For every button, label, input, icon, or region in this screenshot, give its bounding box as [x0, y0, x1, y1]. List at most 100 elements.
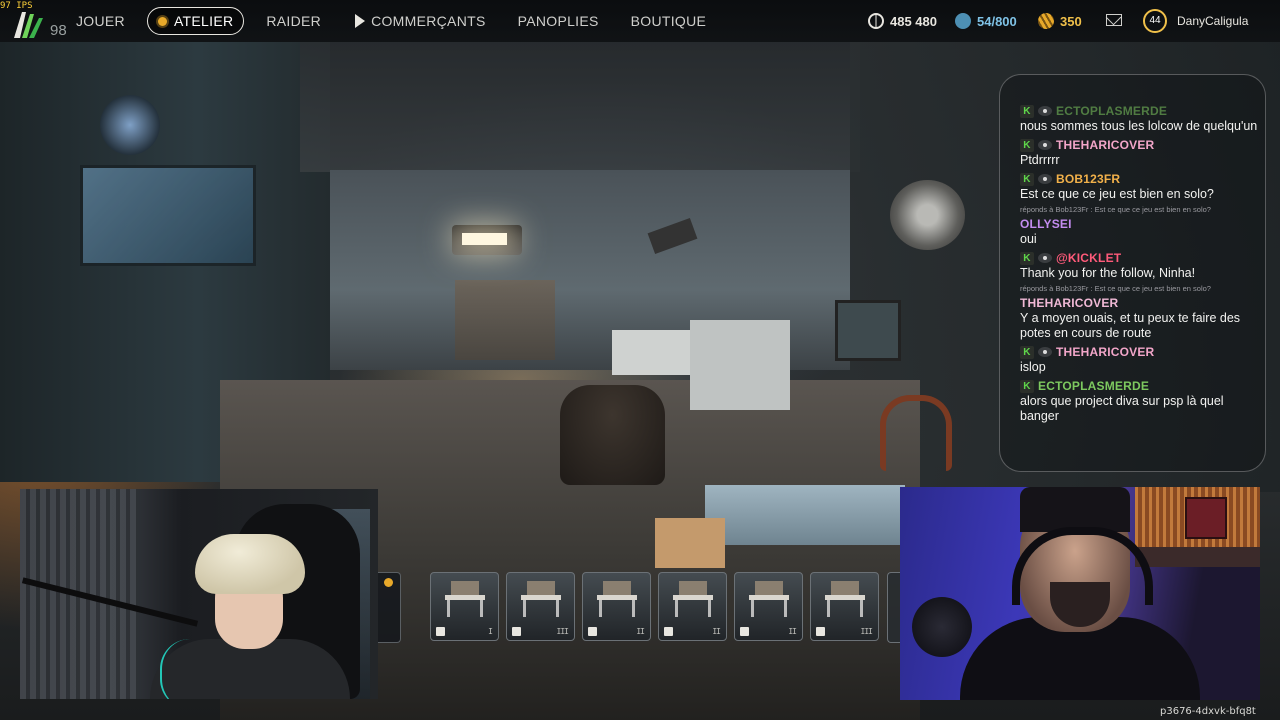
kick-badge-icon: K: [1020, 251, 1034, 265]
hotbar-partial-slot[interactable]: [378, 572, 401, 643]
chat-username[interactable]: OLLYSEI: [1020, 217, 1072, 231]
chat-reply-context: réponds à Bob123Fr : Est ce que ce jeu e…: [1020, 205, 1211, 214]
chat-message: K @KICKLET Thank you for the follow, Ninha…: [1020, 250, 1260, 281]
chat-message: K BOB123FR Est ce que ce jeu est bien en s…: [1020, 171, 1260, 202]
medical-cross-icon: [664, 627, 673, 636]
scene-shelf: [455, 280, 555, 360]
chat-message-header: THEHARICOVER: [1020, 295, 1260, 311]
nav-commercants[interactable]: COMMERÇANTS: [337, 8, 502, 34]
chat-message: K ECTOPLASMERDE alors que project diva sur…: [1020, 378, 1260, 424]
chat-username[interactable]: ECTOPLASMERDE: [1038, 379, 1149, 393]
webcam-shelf: [1135, 547, 1260, 567]
webcam-person-cap: [1020, 487, 1130, 532]
session-code: p3676-4dxvk-bfq8t: [1160, 706, 1256, 717]
scene-desk-small: [612, 330, 692, 375]
credits-display[interactable]: 485 480: [868, 0, 937, 42]
chat-username[interactable]: THEHARICOVER: [1056, 138, 1154, 152]
kick-badge-icon: K: [1020, 345, 1034, 359]
chat-message: K THEHARICOVER Ptdrrrrr: [1020, 137, 1260, 168]
workbench-thumbnail: [749, 581, 789, 617]
chat-message-header: K THEHARICOVER: [1020, 137, 1260, 153]
gold-display[interactable]: 350: [1038, 0, 1082, 42]
workbench-slot[interactable]: III: [810, 572, 879, 641]
chat-message-header: K ECTOPLASMERDE: [1020, 378, 1260, 394]
chat-message: K THEHARICOVER islop: [1020, 344, 1260, 375]
nav-commercants-label: COMMERÇANTS: [371, 13, 486, 29]
webcam-right: [900, 487, 1260, 700]
nav-boutique-label: BOUTIQUE: [630, 13, 707, 29]
chat-username[interactable]: THEHARICOVER: [1056, 345, 1154, 359]
workbench-thumbnail: [521, 581, 561, 617]
scene-crt-monitor: [835, 300, 901, 361]
mail-icon[interactable]: [1106, 14, 1122, 26]
workbench-tier: III: [860, 627, 873, 636]
stash-display[interactable]: 54/800: [955, 0, 1017, 42]
webcam-left: [20, 489, 378, 699]
chat-message-text: nous sommes tous les lolcow de quelqu'un: [1020, 119, 1258, 133]
chat-username[interactable]: BOB123FR: [1056, 172, 1120, 186]
chat-message-text: Ptdrrrrr: [1020, 153, 1060, 167]
chat-message-text: oui: [1020, 232, 1037, 246]
chat-message-header: K THEHARICOVER: [1020, 344, 1260, 360]
nav-panoplies[interactable]: PANOPLIES: [502, 8, 615, 34]
scene-platform: [705, 485, 905, 545]
player-level-badge[interactable]: 44: [1143, 9, 1167, 33]
scene-fan: [100, 95, 160, 155]
gear-icon: [512, 627, 521, 636]
scene-desk: [690, 320, 790, 410]
gold-value: 350: [1060, 13, 1082, 29]
workbench-slot[interactable]: II: [582, 572, 651, 641]
chat-messages: K ECTOPLASMERDE nous sommes tous les lolco…: [1020, 103, 1260, 427]
workbench-tier: III: [556, 627, 569, 636]
main-nav: JOUER ATELIER RAIDER COMMERÇANTS PANOPLI…: [60, 0, 722, 42]
workbench-slot[interactable]: II: [734, 572, 803, 641]
chat-username[interactable]: @KICKLET: [1056, 251, 1121, 265]
nav-raider[interactable]: RAIDER: [250, 8, 337, 34]
workshop-icon: [384, 578, 393, 587]
scene-cardboard-box: [655, 518, 725, 568]
nav-atelier[interactable]: ATELIER: [146, 7, 245, 35]
nav-panoplies-label: PANOPLIES: [517, 13, 599, 29]
eye-badge-icon: [1038, 253, 1052, 263]
eye-badge-icon: [1038, 106, 1052, 116]
webcam-red-frame: [1185, 497, 1227, 539]
chat-username[interactable]: ECTOPLASMERDE: [1056, 104, 1167, 118]
workbench-slot[interactable]: II: [658, 572, 727, 641]
kick-badge-icon: K: [1020, 138, 1034, 152]
stash-value: 54/800: [977, 13, 1017, 29]
scene-work-lamp: [452, 225, 522, 255]
chat-message-header: OLLYSEI: [1020, 216, 1260, 232]
chat-message-text: islop: [1020, 360, 1046, 374]
chat-message-text: Y a moyen ouais, et tu peux te faire des…: [1020, 311, 1241, 340]
chat-message: réponds à Bob123Fr : Est ce que ce jeu e…: [1020, 205, 1260, 247]
eye-badge-icon: [1038, 174, 1052, 184]
scene-red-chair: [880, 395, 952, 471]
workbench-slot[interactable]: III: [506, 572, 575, 641]
eye-badge-icon: [1038, 347, 1052, 357]
workbench-thumbnail: [445, 581, 485, 617]
workbench-thumbnail: [597, 581, 637, 617]
chat-message-header: K BOB123FR: [1020, 171, 1260, 187]
workbench-tier: II: [636, 627, 645, 636]
chat-message-text: Thank you for the follow, Ninha!: [1020, 266, 1196, 280]
crossed-tools-icon: [588, 627, 597, 636]
scene-window: [80, 165, 256, 266]
workbench-slot[interactable]: I: [430, 572, 499, 641]
stream-chat-panel: K ECTOPLASMERDE nous sommes tous les lolco…: [999, 74, 1266, 472]
chat-username[interactable]: THEHARICOVER: [1020, 296, 1118, 310]
nav-jouer[interactable]: JOUER: [60, 8, 141, 34]
workbench-tier: II: [788, 627, 797, 636]
kick-badge-icon: K: [1020, 379, 1034, 393]
player-username[interactable]: DanyCaligula: [1177, 14, 1248, 28]
nav-atelier-label: ATELIER: [173, 13, 234, 29]
nav-boutique[interactable]: BOUTIQUE: [615, 8, 723, 34]
flask-icon: [816, 627, 825, 636]
chat-message-text: Est ce que ce jeu est bien en solo?: [1020, 187, 1214, 201]
webcam-microphone: [912, 597, 972, 657]
scene-surgical-lamp: [890, 180, 965, 250]
bed-icon: [436, 627, 445, 636]
workbench-tier: I: [488, 627, 493, 636]
credits-value: 485 480: [890, 13, 937, 29]
scene-armchair: [560, 385, 665, 485]
scene-ceiling: [300, 42, 860, 172]
